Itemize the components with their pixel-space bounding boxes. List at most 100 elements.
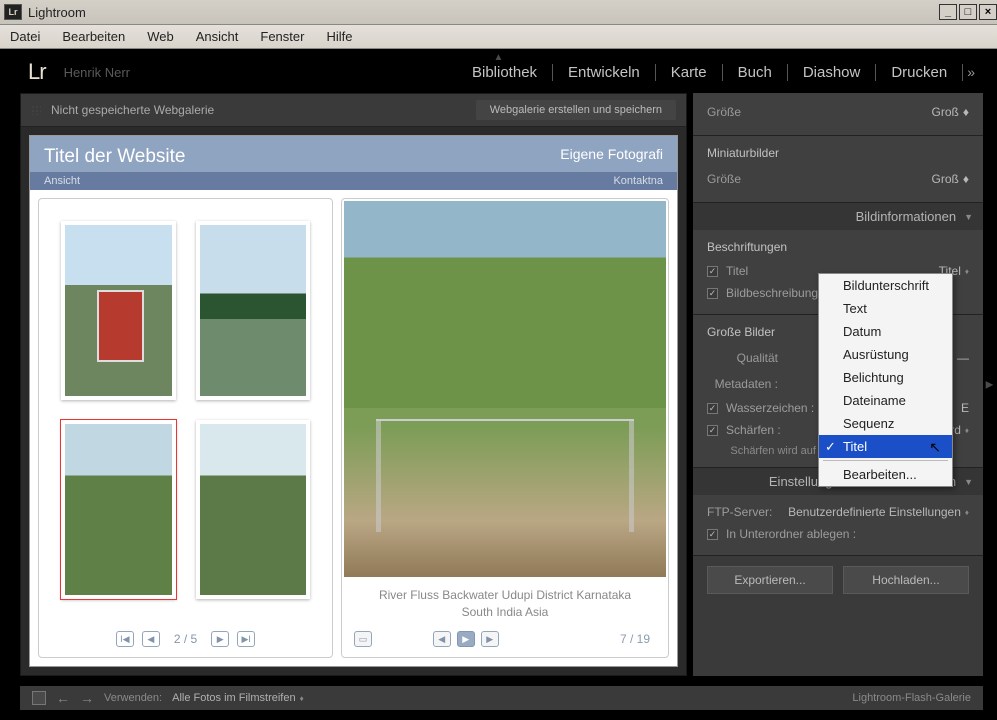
thumb-first-button[interactable]: I◀ (116, 631, 134, 647)
module-slideshow[interactable]: Diashow (788, 64, 877, 81)
maximize-button[interactable]: □ (959, 4, 977, 20)
description-checkbox[interactable]: ✓ (707, 288, 718, 299)
thumb-size-value[interactable]: Groß (932, 172, 959, 186)
thumbnail-3-selected[interactable] (61, 420, 176, 599)
module-picker: Bibliothek Entwickeln Karte Buch Diashow… (457, 64, 979, 81)
popup-item-edit[interactable]: Bearbeiten... (819, 463, 952, 486)
popup-item-sequence[interactable]: Sequenz (819, 412, 952, 435)
caption-line-1: River Fluss Backwater Udupi District Kar… (350, 587, 660, 604)
thumbnail-grid-panel: I◀ ◀ 2 / 5 ▶ ▶I (38, 198, 333, 658)
create-save-gallery-button[interactable]: Webgalerie erstellen und speichern (476, 100, 676, 120)
dropdown-icon[interactable]: ♦ (965, 267, 969, 276)
ftp-server-dropdown[interactable]: Benutzerdefinierte Einstellungen (788, 505, 961, 519)
metadata-label: Metadaten : (707, 377, 792, 391)
subfolder-label: In Unterordner ablegen : (726, 527, 969, 541)
collapse-icon: ▼ (964, 477, 973, 487)
watermark-value[interactable]: E (961, 401, 969, 415)
ftp-label: FTP-Server: (707, 505, 782, 519)
panel-collapse-top-icon[interactable]: ▲ (494, 52, 504, 63)
menu-window[interactable]: Fenster (260, 29, 304, 44)
popup-item-equipment[interactable]: Ausrüstung (819, 343, 952, 366)
close-button[interactable]: × (979, 4, 997, 20)
site-subtitle[interactable]: Eigene Fotografi (560, 146, 663, 168)
menu-edit[interactable]: Bearbeiten (62, 29, 125, 44)
menu-web[interactable]: Web (147, 29, 174, 44)
subfolder-checkbox[interactable]: ✓ (707, 529, 718, 540)
web-preview-panel: Nicht gespeicherte Webgalerie Webgalerie… (20, 93, 687, 676)
thumb-prev-button[interactable]: ◀ (142, 631, 160, 647)
prev-photo-button[interactable]: ← (56, 690, 70, 706)
menu-file[interactable]: Datei (10, 29, 40, 44)
watermark-checkbox[interactable]: ✓ (707, 403, 718, 414)
menubar: Datei Bearbeiten Web Ansicht Fenster Hil… (0, 25, 997, 49)
site-nav-contact[interactable]: Kontaktna (613, 175, 663, 187)
panel-collapse-right-icon[interactable]: ▶ (984, 379, 995, 390)
large-image[interactable] (344, 201, 666, 577)
title-source-popup: Bildunterschrift Text Datum Ausrüstung B… (818, 273, 953, 487)
right-panel-stack: Größe Groß ♦ Miniaturbilder Größe Groß ♦ (693, 93, 983, 676)
dropdown-icon[interactable]: ♦ (965, 426, 969, 435)
window-title: Lightroom (28, 5, 86, 20)
size-value[interactable]: Groß (932, 105, 959, 119)
thumbnail-1[interactable] (61, 221, 176, 400)
stop-button[interactable] (32, 691, 46, 705)
quality-slider[interactable]: — (957, 351, 969, 365)
large-next-button[interactable]: ▶ (481, 631, 499, 647)
popup-item-text[interactable]: Text (819, 297, 952, 320)
thumbnail-2[interactable] (196, 221, 311, 400)
popup-item-exposure[interactable]: Belichtung (819, 366, 952, 389)
website-preview: Titel der Website Eigene Fotografi Ansic… (29, 135, 678, 667)
module-book[interactable]: Buch (723, 64, 788, 81)
module-more-icon[interactable]: » (963, 64, 979, 80)
thumb-size-label: Größe (707, 172, 755, 186)
large-prev-button[interactable]: ◀ (433, 631, 451, 647)
upload-button[interactable]: Hochladen... (843, 566, 969, 594)
module-develop[interactable]: Entwickeln (553, 64, 656, 81)
thumbnails-subheader: Miniaturbilder (707, 142, 969, 166)
site-nav-view[interactable]: Ansicht (44, 175, 80, 187)
module-map[interactable]: Karte (656, 64, 723, 81)
popup-item-title-selected[interactable]: Titel (819, 435, 952, 458)
minimize-button[interactable]: _ (939, 4, 957, 20)
slideshow-toggle-button[interactable]: ▭ (354, 631, 372, 647)
title-checkbox[interactable]: ✓ (707, 266, 718, 277)
thumb-pager: I◀ ◀ 2 / 5 ▶ ▶I (39, 621, 332, 657)
unsaved-gallery-label: Nicht gespeicherte Webgalerie (51, 103, 214, 117)
module-print[interactable]: Drucken (876, 64, 963, 81)
menu-help[interactable]: Hilfe (326, 29, 352, 44)
collapse-icon: ▼ (964, 212, 973, 222)
app-icon: Lr (4, 4, 22, 20)
quality-label: Qualität (707, 351, 792, 365)
popup-item-caption[interactable]: Bildunterschrift (819, 274, 952, 297)
image-info-header[interactable]: Bildinformationen▼ (693, 203, 983, 230)
sharpen-checkbox[interactable]: ✓ (707, 425, 718, 436)
gallery-type-label: Lightroom-Flash-Galerie (852, 692, 971, 704)
dropdown-icon[interactable]: ♦ (300, 694, 304, 703)
thumb-next-button[interactable]: ▶ (211, 631, 229, 647)
export-button[interactable]: Exportieren... (707, 566, 833, 594)
size-label: Größe (707, 105, 755, 119)
dropdown-icon[interactable]: ♦ (963, 105, 969, 119)
popup-separator (823, 460, 948, 461)
dropdown-icon[interactable]: ♦ (965, 508, 969, 517)
next-photo-button[interactable]: → (80, 690, 94, 706)
large-image-panel: River Fluss Backwater Udupi District Kar… (341, 198, 669, 658)
menu-view[interactable]: Ansicht (196, 29, 239, 44)
caption-line-2: South India Asia (350, 604, 660, 621)
popup-item-filename[interactable]: Dateiname (819, 389, 952, 412)
identity-plate[interactable]: Henrik Nerr (64, 65, 130, 80)
toolbar: ← → Verwenden: Alle Fotos im Filmstreife… (20, 686, 983, 710)
use-dropdown[interactable]: Alle Fotos im Filmstreifen (172, 692, 295, 704)
use-label: Verwenden: (104, 692, 162, 704)
popup-item-date[interactable]: Datum (819, 320, 952, 343)
thumbnail-4[interactable] (196, 420, 311, 599)
module-library[interactable]: Bibliothek (457, 64, 553, 81)
large-page-indicator: 7 / 19 (620, 632, 650, 646)
thumb-last-button[interactable]: ▶I (237, 631, 255, 647)
captions-subheader: Beschriftungen (707, 236, 969, 260)
thumb-page-indicator: 2 / 5 (168, 632, 203, 646)
large-play-button[interactable]: ▶ (457, 631, 475, 647)
dropdown-icon[interactable]: ♦ (963, 172, 969, 186)
site-title[interactable]: Titel der Website (44, 146, 186, 168)
grip-icon (31, 105, 41, 115)
